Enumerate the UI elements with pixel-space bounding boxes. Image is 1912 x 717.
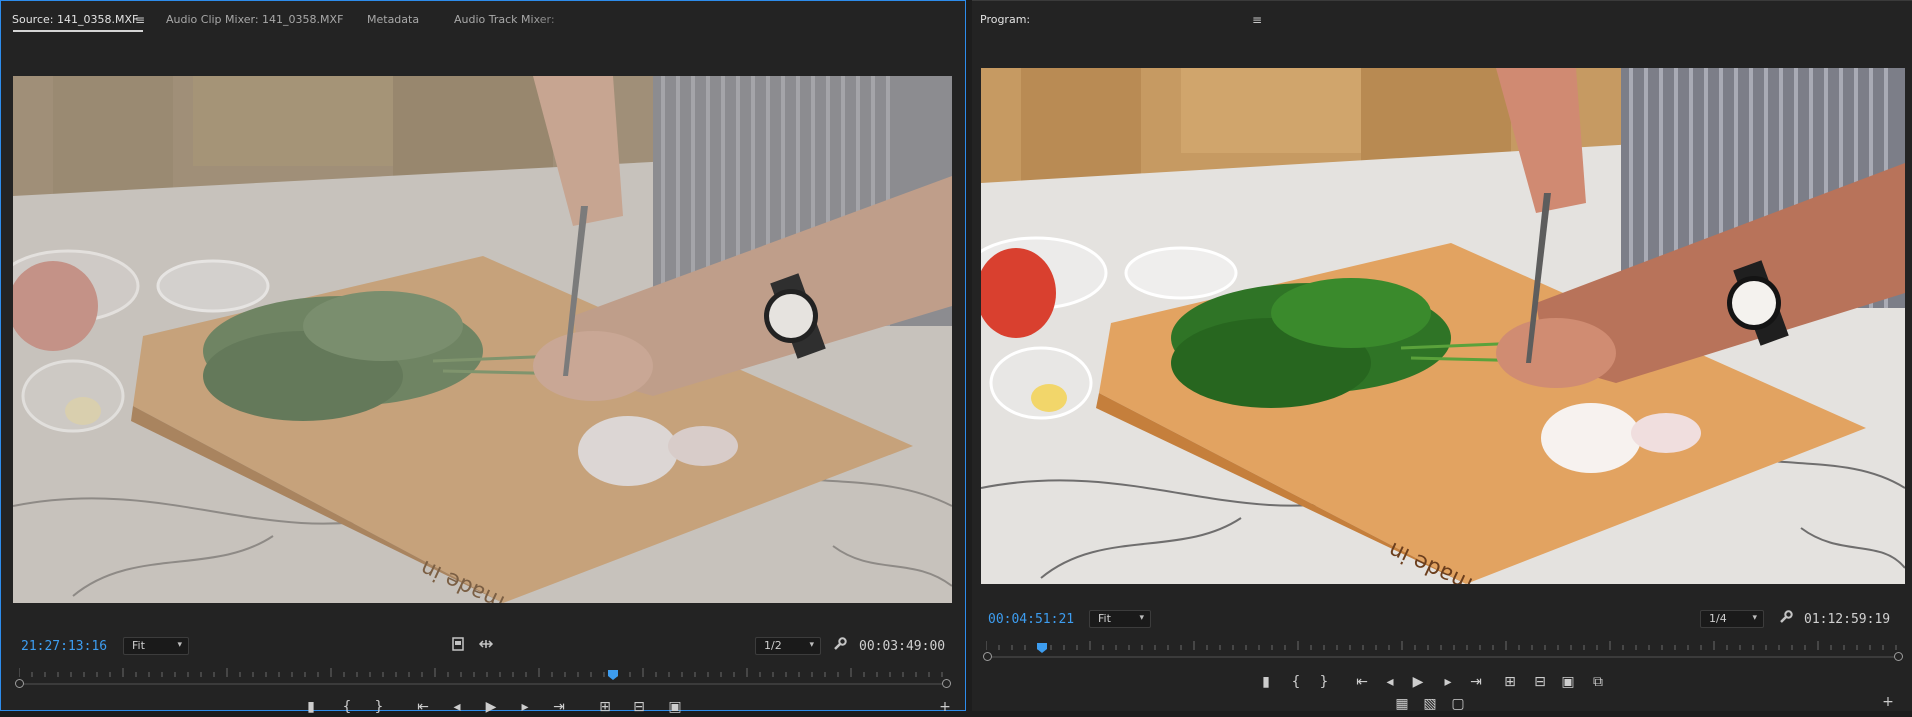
mark-out-button[interactable]: }	[369, 697, 389, 717]
source-video-frame[interactable]: made in	[13, 76, 952, 603]
source-time-ruler[interactable]	[18, 663, 947, 677]
source-monitor-panel: Source: 141_0358.MXF ≡ Audio Clip Mixer:…	[0, 0, 966, 715]
program-zoom-scrollbar[interactable]	[981, 651, 1905, 663]
program-time-ruler[interactable]	[985, 636, 1898, 650]
program-frame-image: made in	[981, 68, 1905, 584]
program-tab-bar: Program: ≡	[972, 1, 1912, 37]
step-forward-button[interactable]: ▸	[515, 697, 535, 717]
go-to-out-button[interactable]: ⇥	[549, 697, 569, 717]
program-duration-timecode: 01:12:59:19	[1804, 612, 1891, 627]
program-scroll-left-handle[interactable]	[983, 652, 992, 661]
wrench-icon[interactable]	[832, 637, 848, 653]
step-back-button[interactable]: ◂	[1380, 672, 1400, 692]
program-current-timecode[interactable]: 00:04:51:21	[988, 612, 1074, 627]
source-zoom-value: Fit	[132, 639, 145, 652]
chevron-down-icon: ▾	[809, 640, 814, 650]
camera-icon[interactable]: ▣	[1558, 672, 1578, 692]
settings-frame-icon[interactable]	[450, 637, 466, 653]
chevron-down-icon: ▾	[177, 640, 182, 650]
source-duration-timecode: 00:03:49:00	[859, 639, 946, 654]
source-frame-image: made in	[13, 76, 952, 603]
go-to-in-button[interactable]: ⇤	[413, 697, 433, 717]
step-back-button[interactable]: ◂	[447, 697, 467, 717]
overwrite-button[interactable]: ⊟	[629, 697, 649, 717]
lift-button[interactable]: ⊞	[1500, 672, 1520, 692]
source-zoom-scrollbar[interactable]	[13, 678, 953, 690]
tab-source[interactable]: Source: 141_0358.MXF	[12, 13, 138, 26]
safe-margins-button[interactable]: ▢	[1448, 694, 1468, 712]
source-scroll-bar	[21, 683, 945, 685]
tab-metadata[interactable]: Metadata	[367, 13, 419, 26]
source-zoom-select[interactable]: Fit ▾	[123, 637, 189, 655]
source-panel-menu-icon[interactable]: ≡	[135, 13, 145, 27]
mark-in-button[interactable]: {	[1286, 672, 1306, 692]
multicam-button[interactable]: ▦	[1392, 694, 1412, 712]
program-resolution-select[interactable]: 1/4 ▾	[1700, 610, 1764, 628]
extract-button[interactable]: ⊟	[1530, 672, 1550, 692]
tab-overflow-fade	[531, 13, 591, 29]
add-button[interactable]: +	[1878, 692, 1898, 712]
source-transport-controls: ▮ { } ⇤ ◂ ▶ ▸ ⇥ ⊞ ⊟ ▣ +	[301, 697, 961, 717]
program-scroll-bar	[989, 656, 1897, 658]
insert-button[interactable]: ⊞	[595, 697, 615, 717]
program-resolution-value: 1/4	[1709, 612, 1727, 625]
play-button[interactable]: ▶	[481, 697, 501, 717]
program-monitor-panel: Program: ≡ made in 00:04:51:21 Fit ▾ 1/4…	[972, 0, 1912, 712]
proxy-toggle-button[interactable]: ▧	[1420, 694, 1440, 712]
add-marker-button[interactable]: ▮	[1256, 672, 1276, 692]
source-resolution-value: 1/2	[764, 639, 782, 652]
mark-in-button[interactable]: {	[337, 697, 357, 717]
source-current-timecode[interactable]: 21:27:13:16	[21, 639, 107, 654]
add-button[interactable]: +	[935, 697, 955, 717]
program-transport-controls: ▮ { } ⇤ ◂ ▶ ▸ ⇥ ⊞ ⊟ ▣ ⧉	[1256, 672, 1696, 692]
go-to-in-button[interactable]: ⇤	[1352, 672, 1372, 692]
source-tab-bar: Source: 141_0358.MXF ≡ Audio Clip Mixer:…	[1, 1, 965, 37]
mark-out-button[interactable]: }	[1314, 672, 1334, 692]
source-scroll-left-handle[interactable]	[15, 679, 24, 688]
add-marker-button[interactable]: ▮	[301, 697, 321, 717]
program-video-frame[interactable]: made in	[981, 68, 1905, 584]
chevron-down-icon: ▾	[1139, 613, 1144, 623]
program-zoom-value: Fit	[1098, 612, 1111, 625]
go-to-out-button[interactable]: ⇥	[1466, 672, 1486, 692]
comparison-view-button[interactable]: ⧉	[1588, 672, 1608, 692]
step-forward-button[interactable]: ▸	[1438, 672, 1458, 692]
camera-icon[interactable]: ▣	[665, 697, 685, 717]
program-panel-menu-icon[interactable]: ≡	[1252, 13, 1262, 27]
drag-audio-video-icon[interactable]	[477, 637, 495, 653]
source-resolution-select[interactable]: 1/2 ▾	[755, 637, 821, 655]
program-secondary-controls: ▦ ▧ ▢	[1392, 694, 1502, 712]
program-scroll-right-handle[interactable]	[1894, 652, 1903, 661]
wrench-icon[interactable]	[1778, 610, 1794, 626]
play-button[interactable]: ▶	[1408, 672, 1428, 692]
tab-program[interactable]: Program:	[980, 13, 1030, 26]
program-playhead[interactable]	[1037, 638, 1047, 653]
program-zoom-select[interactable]: Fit ▾	[1089, 610, 1151, 628]
source-scroll-right-handle[interactable]	[942, 679, 951, 688]
source-playhead[interactable]	[608, 665, 618, 680]
active-tab-underline	[13, 30, 143, 32]
tab-audio-clip-mixer[interactable]: Audio Clip Mixer: 141_0358.MXF	[166, 13, 343, 26]
chevron-down-icon: ▾	[1752, 613, 1757, 623]
